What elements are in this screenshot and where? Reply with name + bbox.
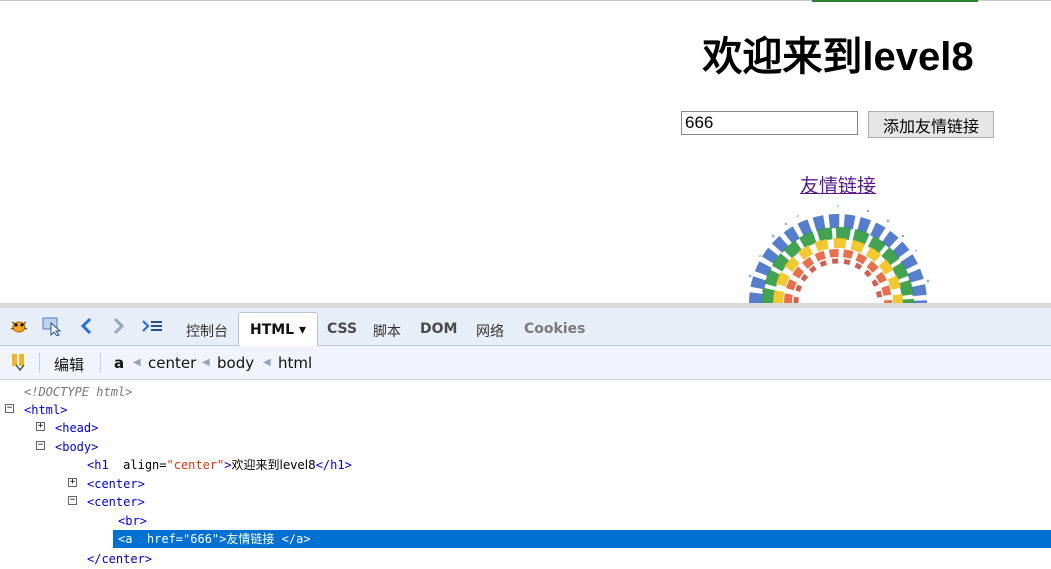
h1-attr-name: align= <box>123 458 167 472</box>
center-close-tag: </center> <box>87 552 153 566</box>
html-tree: <!DOCTYPE html> − <html> + <head> − <bod… <box>0 380 1051 569</box>
breadcrumb-a[interactable]: a <box>114 354 124 372</box>
breadcrumb-separator-icon: ◀ <box>133 357 141 368</box>
breadcrumb-html[interactable]: html <box>278 354 312 372</box>
a-attr-value: "666" <box>183 532 220 546</box>
html-tag: <html> <box>24 403 68 417</box>
breadcrumb-center[interactable]: center <box>148 354 196 372</box>
tree-row-doctype[interactable]: <!DOCTYPE html> <box>0 383 1051 401</box>
tree-row-br[interactable]: <br> <box>0 512 1051 530</box>
back-arrow-icon[interactable] <box>76 314 98 338</box>
breadcrumb-separator-icon: ◀ <box>202 357 210 368</box>
tab-net[interactable]: 网络 <box>476 321 504 341</box>
inspect-cursor-icon[interactable] <box>42 314 64 338</box>
h1-open-tag: <h1 <box>87 458 109 472</box>
h1-bracket: > <box>224 458 232 472</box>
add-link-button[interactable]: 添加友情链接 <box>868 111 994 138</box>
tree-row-h1[interactable]: <h1 align="center">欢迎来到level8</h1> <box>0 456 1051 474</box>
expand-toggle-icon[interactable]: + <box>68 478 77 487</box>
body-tag: <body> <box>55 440 99 454</box>
expand-toggle-icon[interactable]: + <box>36 422 45 431</box>
tree-row-html[interactable]: − <html> <box>0 401 1051 419</box>
firebug-icon[interactable] <box>8 314 30 338</box>
edit-button[interactable]: 编辑 <box>54 354 84 375</box>
devtools-panel: 控制台 HTML ▾ CSS 脚本 DOM 网络 Cookies 编辑 a ◀ … <box>0 303 1051 569</box>
breadcrumb-body[interactable]: body <box>217 354 254 372</box>
a-close-tag: </a> <box>281 532 311 546</box>
head-tag: <head> <box>55 421 99 435</box>
collapse-toggle-icon[interactable]: − <box>36 441 45 450</box>
page-heading: 欢迎来到level8 <box>702 35 974 79</box>
breadcrumb-separator-icon: ◀ <box>263 357 271 368</box>
tree-row-body[interactable]: − <body> <box>0 438 1051 456</box>
loading-bar <box>812 0 978 2</box>
center-tag: <center> <box>87 477 145 491</box>
a-text: 友情链接 <box>226 532 275 546</box>
command-line-icon[interactable] <box>141 314 163 338</box>
rainbow-ring-image <box>738 203 938 303</box>
tree-row-center-end[interactable]: </center> <box>0 550 1051 568</box>
collapse-toggle-icon[interactable]: − <box>5 404 14 413</box>
doctype-text: <!DOCTYPE html> <box>24 385 133 399</box>
break-on-mutate-icon[interactable] <box>8 350 30 374</box>
tab-html[interactable]: HTML ▾ <box>238 312 318 347</box>
br-tag: <br> <box>118 514 147 528</box>
forward-arrow-icon[interactable] <box>107 314 129 338</box>
h1-close-tag: </h1> <box>315 458 352 472</box>
tab-script[interactable]: 脚本 <box>373 321 401 341</box>
h1-text: 欢迎来到level8 <box>231 458 316 472</box>
toolbar-separator <box>100 353 101 373</box>
tab-cookies[interactable]: Cookies <box>524 321 585 337</box>
html-toolbar: 编辑 a ◀ center ◀ body ◀ html <box>0 346 1051 380</box>
a-open-tag: <a <box>118 532 133 546</box>
a-attr-name: href= <box>146 532 184 546</box>
friend-link[interactable]: 友情链接 <box>738 171 938 198</box>
center-tag: <center> <box>87 495 145 509</box>
tab-dom[interactable]: DOM <box>420 321 457 337</box>
collapse-toggle-icon[interactable]: − <box>68 496 77 505</box>
tree-row-a-selected[interactable]: <a href="666">友情链接 </a> <box>113 530 1051 548</box>
tree-row-center-1[interactable]: + <center> <box>0 475 1051 493</box>
tree-row-center-2[interactable]: − <center> <box>0 493 1051 511</box>
devtools-tabbar: 控制台 HTML ▾ CSS 脚本 DOM 网络 Cookies <box>0 308 1051 347</box>
h1-attr-value: "center" <box>166 458 225 472</box>
tree-row-head[interactable]: + <head> <box>0 419 1051 437</box>
link-input[interactable]: 666 <box>681 111 858 135</box>
tab-css[interactable]: CSS <box>327 321 357 337</box>
page-viewport: 欢迎来到level8 666 添加友情链接 友情链接 <box>0 0 1051 303</box>
tab-console[interactable]: 控制台 <box>186 321 228 341</box>
toolbar-separator <box>39 353 40 373</box>
